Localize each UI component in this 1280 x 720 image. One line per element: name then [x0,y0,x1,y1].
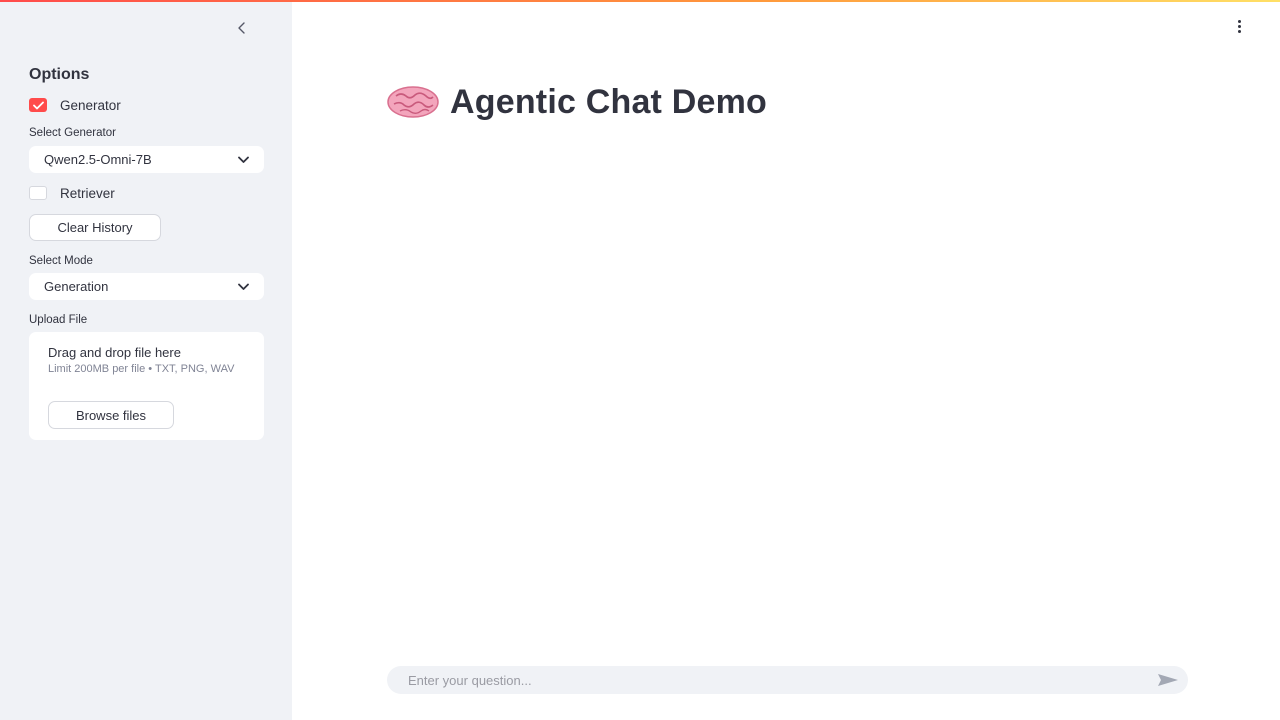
select-mode-value: Generation [44,279,109,294]
send-button[interactable] [1148,666,1188,694]
chevron-left-icon [238,22,245,34]
chevron-down-icon [238,156,249,164]
generator-checkbox[interactable]: Generator [29,95,121,115]
select-mode-dropdown[interactable]: Generation [29,273,264,300]
sidebar-title: Options [29,66,90,83]
retriever-checkbox-label: Retriever [60,185,115,201]
chevron-down-icon [238,283,249,291]
chat-input-container [387,666,1188,694]
generator-checkbox-label: Generator [60,97,121,113]
collapse-sidebar-button[interactable] [232,18,252,38]
page-title: Agentic Chat Demo [450,82,767,121]
sidebar: Options Generator Select Generator Qwen2… [0,0,292,720]
page-header: Agentic Chat Demo [386,82,767,122]
dropzone-instructions: Drag and drop file here [48,345,181,360]
top-decoration-bar [0,0,1280,2]
retriever-checkbox[interactable]: Retriever [29,183,115,203]
clear-history-button[interactable]: Clear History [29,214,161,241]
select-mode-label: Select Mode [29,255,93,267]
more-vertical-icon[interactable] [1232,18,1246,34]
checkbox-unchecked-icon[interactable] [29,186,47,200]
send-icon [1158,674,1178,686]
select-generator-label: Select Generator [29,127,116,139]
select-generator-value: Qwen2.5-Omni-7B [44,152,152,167]
dropzone-limit-text: Limit 200MB per file • TXT, PNG, WAV [48,363,235,375]
select-generator-dropdown[interactable]: Qwen2.5-Omni-7B [29,146,264,173]
chat-input[interactable] [387,666,1148,694]
file-dropzone[interactable]: Drag and drop file here Limit 200MB per … [29,332,264,440]
upload-file-label: Upload File [29,314,88,326]
brain-emoji-icon [387,86,439,118]
checkbox-checked-icon[interactable] [29,98,47,112]
browse-files-button[interactable]: Browse files [48,401,174,429]
